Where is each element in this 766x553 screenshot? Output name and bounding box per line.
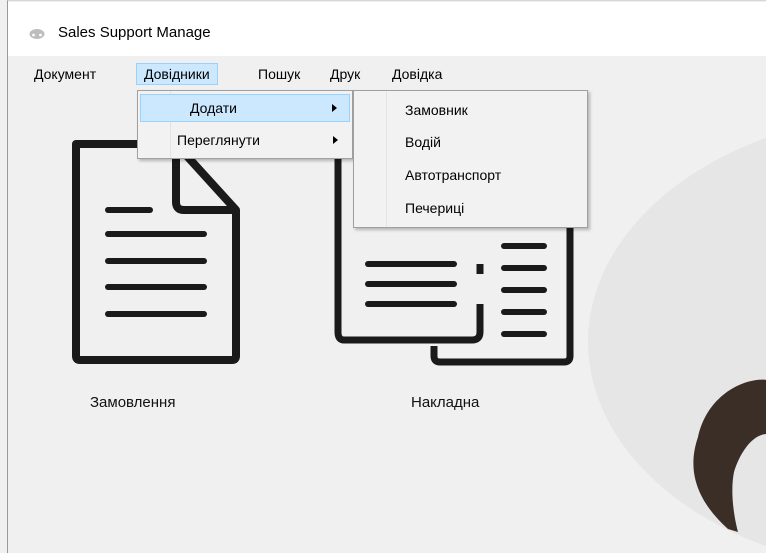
menu-item-avtotransport[interactable]: Автотранспорт <box>356 161 585 189</box>
menu-item-zamovnyk-label: Замовник <box>405 102 468 118</box>
menu-item-pecheryci-label: Печериці <box>405 200 465 216</box>
main-window: Sales Support Manage Документ Довідники … <box>7 0 766 553</box>
menu-item-zamovnyk[interactable]: Замовник <box>356 96 585 124</box>
menu-item-pecheryci[interactable]: Печериці <box>356 194 585 222</box>
invoice-label: Накладна <box>411 394 480 411</box>
document-icon[interactable] <box>66 134 246 366</box>
dodaty-submenu: Замовник Водій Автотранспорт Печериці <box>353 90 588 228</box>
menu-item-vodii[interactable]: Водій <box>356 128 585 156</box>
order-label: Замовлення <box>90 394 176 411</box>
menu-poshuk[interactable]: Пошук <box>251 63 307 85</box>
app-icon <box>29 29 45 39</box>
menu-item-dodaty[interactable]: Додати <box>140 94 350 122</box>
menu-druk[interactable]: Друк <box>323 63 367 85</box>
menu-item-avtotransport-label: Автотранспорт <box>405 167 502 183</box>
menu-item-dodaty-label: Додати <box>190 100 237 116</box>
menu-item-vodii-label: Водій <box>405 134 441 150</box>
window-title: Sales Support Manage <box>58 24 211 41</box>
menu-dovidka[interactable]: Довідка <box>385 63 449 85</box>
dovidnyky-dropdown: Додати Переглянути <box>137 90 353 159</box>
menu-bar: Документ Довідники Пошук Друк Довідка <box>8 56 766 92</box>
submenu-arrow-icon <box>332 104 337 112</box>
menu-item-pereglianuty-label: Переглянути <box>177 132 260 148</box>
menu-dovidnyky[interactable]: Довідники <box>136 63 218 85</box>
menu-item-pereglianuty[interactable]: Переглянути <box>140 126 350 154</box>
submenu-arrow-icon <box>333 136 338 144</box>
title-bar: Sales Support Manage <box>8 2 766 56</box>
menu-dokument[interactable]: Документ <box>27 63 103 85</box>
